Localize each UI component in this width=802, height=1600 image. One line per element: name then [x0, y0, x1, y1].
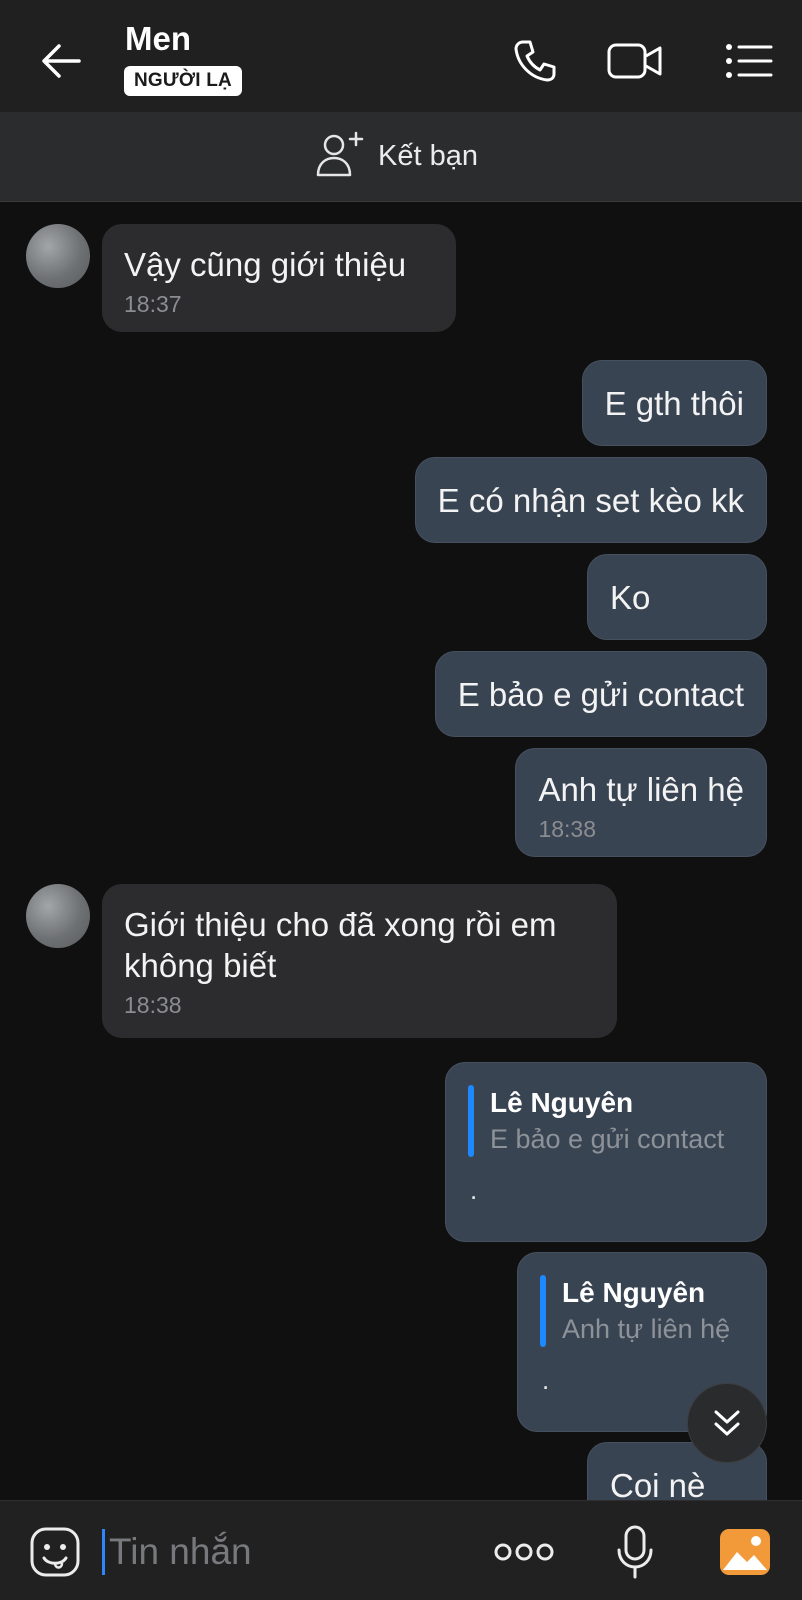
phone-icon[interactable] [506, 32, 564, 90]
contact-name[interactable]: Men [125, 20, 191, 58]
quote-text: E bảo e gửi contact [490, 1124, 725, 1154]
message-text: E bảo e gửi contact [457, 676, 744, 713]
quote-sender: Lê Nguyên [490, 1087, 634, 1118]
message-text: E gth thôi [604, 385, 744, 422]
microphone-icon[interactable] [606, 1523, 664, 1581]
quoted-message[interactable]: Lê Nguyên E bảo e gửi contact [468, 1085, 744, 1157]
video-call-icon[interactable] [606, 32, 664, 90]
message-text: . [470, 1175, 478, 1205]
message-bubble[interactable]: E bảo e gửi contact [434, 651, 767, 737]
add-friend-icon [314, 129, 366, 184]
message-bubble[interactable]: E gth thôi [581, 360, 767, 446]
message-time: 18:37 [124, 291, 182, 317]
message-bubble[interactable]: E có nhận set kèo kk [414, 457, 767, 543]
avatar[interactable] [26, 224, 90, 288]
message-input[interactable]: Tin nhắn [102, 1527, 462, 1577]
quote-sender: Lê Nguyên [562, 1277, 706, 1308]
message-time: 18:38 [538, 816, 596, 842]
sticker-icon[interactable] [26, 1523, 84, 1581]
message-text: Vậy cũng giới thiệu [124, 246, 407, 283]
image-gallery-icon[interactable] [716, 1523, 774, 1581]
scroll-to-bottom-button[interactable] [687, 1383, 767, 1463]
back-arrow-icon[interactable] [34, 34, 88, 88]
quote-bar [468, 1085, 474, 1157]
message-input-placeholder: Tin nhắn [109, 1531, 252, 1572]
message-bubble[interactable]: Ko [587, 554, 767, 640]
add-friend-bar[interactable]: Kết bạn [0, 112, 802, 202]
stranger-badge: NGƯỜI LẠ [124, 66, 242, 96]
message-input-bar: Tin nhắn [0, 1500, 802, 1600]
text-caret [102, 1529, 105, 1575]
message-bubble[interactable]: Anh tự liên hệ 18:38 [515, 748, 767, 857]
message-text: Ko [610, 579, 651, 616]
quote-bar [540, 1275, 546, 1347]
quote-text: Anh tự liên hệ [562, 1314, 731, 1344]
quoted-message[interactable]: Lê Nguyên Anh tự liên hệ [540, 1275, 744, 1347]
message-text: Coi nè [610, 1467, 706, 1500]
double-chevron-down-icon [714, 1410, 740, 1436]
avatar[interactable] [26, 884, 90, 948]
reply-message-bubble[interactable]: Lê Nguyên E bảo e gửi contact . [445, 1062, 767, 1242]
message-bubble[interactable]: Giới thiệu cho đã xong rồi em không biết… [102, 884, 617, 1038]
chat-header: Men NGƯỜI LẠ [0, 0, 802, 112]
more-dots-icon[interactable] [493, 1523, 555, 1581]
message-list[interactable]: Vậy cũng giới thiệu 18:37 E gth thôi E c… [0, 202, 802, 1500]
message-text: Giới thiệu cho đã xong rồi em không biết [124, 906, 557, 984]
message-bubble[interactable]: Vậy cũng giới thiệu 18:37 [102, 224, 456, 332]
message-text: E có nhận set kèo kk [437, 482, 744, 519]
message-text: Anh tự liên hệ [538, 771, 744, 808]
add-friend-label: Kết bạn [378, 140, 478, 172]
message-time: 18:38 [124, 992, 182, 1018]
menu-list-icon[interactable] [720, 32, 778, 90]
